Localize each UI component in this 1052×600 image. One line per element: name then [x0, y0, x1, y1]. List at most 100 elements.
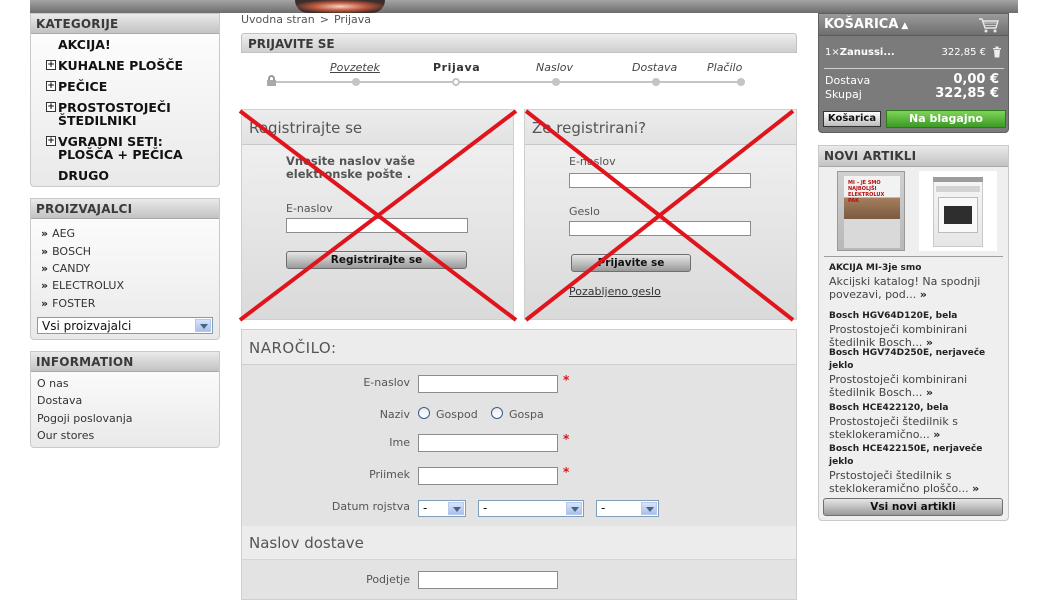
order-first-name-input[interactable]	[418, 434, 558, 452]
dropdown-arrow-icon[interactable]	[566, 502, 582, 515]
collapse-up-icon[interactable]: ▲	[901, 21, 908, 31]
cart-shipping-label: Dostava	[825, 74, 871, 87]
new-product-description-text: Prostostoječi štedilnik s steklokeramičn…	[829, 415, 958, 441]
new-product-item[interactable]: Bosch HCE422120, bela Prostostoječi štedi…	[829, 402, 1007, 441]
top-banner	[30, 0, 1018, 13]
login-button[interactable]: Prijavite se	[571, 254, 691, 272]
login-email-input[interactable]	[569, 173, 751, 188]
required-marker: *	[563, 465, 570, 479]
login-password-input[interactable]	[569, 221, 751, 236]
manufacturer-label: FOSTER	[52, 296, 96, 310]
register-button[interactable]: Registrirajte se	[286, 251, 467, 269]
manufacturer-label: ELECTROLUX	[52, 279, 124, 293]
checkout-button[interactable]: Na blagajno	[886, 110, 1006, 128]
cart-line-name[interactable]: Zanussi...	[840, 47, 895, 58]
information-link[interactable]: Our stores	[37, 427, 219, 444]
catalog-thumbnail-text: MI – JE SMO NAJBOLJŠI ELEKTROLUX PAK	[848, 180, 885, 204]
information-link[interactable]: Dostava	[37, 392, 219, 409]
more-arrow-icon[interactable]: »	[972, 482, 979, 495]
more-arrow-icon[interactable]: »	[926, 386, 933, 399]
manufacturer-item[interactable]: ›› AEG	[41, 225, 219, 242]
new-product-description-text: Akcijski katalog! Na spodnji povezavi, p…	[829, 275, 981, 301]
information-title: INFORMATION	[31, 352, 219, 372]
new-product-title[interactable]: Bosch HCE422120, bela	[829, 402, 1007, 415]
manufacturer-item[interactable]: ›› ELECTROLUX	[41, 277, 219, 294]
plus-icon[interactable]: +	[46, 102, 56, 112]
step-dot	[737, 78, 745, 86]
register-email-label: E-naslov	[286, 202, 333, 215]
dob-month-select[interactable]: -	[478, 500, 584, 517]
new-product-title[interactable]: Bosch HCE422150E, nerjaveče jeklo	[829, 443, 1007, 469]
new-products-title: NOVI ARTIKLI	[819, 146, 1008, 167]
step-dot	[652, 78, 660, 86]
step-placilo: Plačilo	[707, 61, 743, 74]
dob-day-value: -	[423, 501, 428, 515]
information-link[interactable]: Pogoji poslovanja	[37, 410, 219, 427]
radio-mrs-label[interactable]: Gospa	[509, 408, 544, 421]
new-product-description-text: Prstostoječi štedilnik s steklokeramično…	[829, 469, 969, 495]
cart-title: KOŠARICA	[824, 17, 899, 32]
forgot-password-link[interactable]: Pozabljeno geslo	[569, 285, 661, 298]
plus-icon[interactable]: +	[46, 136, 56, 146]
order-last-name-label: Priimek	[369, 468, 410, 481]
dob-day-select[interactable]: -	[418, 500, 466, 517]
cart-button[interactable]: Košarica	[823, 111, 881, 127]
manufacturer-item[interactable]: ›› CANDY	[41, 260, 219, 277]
category-item[interactable]: + PROSTOSTOJEČI ŠTEDILNIKI	[31, 101, 219, 127]
plus-icon[interactable]: +	[46, 60, 56, 70]
register-intro: Vnesite naslov vaše elektronske pošte .	[286, 154, 416, 181]
step-dot	[552, 78, 560, 86]
step-dostava: Dostava	[632, 61, 678, 74]
dob-year-value: -	[601, 501, 606, 515]
manufacturer-label: BOSCH	[52, 244, 92, 258]
category-item[interactable]: + VGRADNI SETI: PLOŠČA + PEČICA	[31, 135, 219, 161]
login-panel-title: Že registrirani?	[525, 110, 796, 145]
category-item[interactable]: AKCIJA!	[31, 38, 219, 51]
category-item[interactable]: DRUGO	[31, 169, 219, 182]
step-povzetek[interactable]: Povzetek	[330, 61, 380, 74]
stove-thumbnail[interactable]	[919, 171, 997, 251]
double-chevron-right-icon: ››	[41, 296, 48, 310]
catalog-thumbnail[interactable]: MI – JE SMO NAJBOLJŠI ELEKTROLUX PAK	[837, 171, 905, 251]
new-product-description-text: Prostostoječi kombinirani štedilnik Bosc…	[829, 373, 968, 399]
order-company-input[interactable]	[418, 571, 558, 589]
manufacturer-item[interactable]: ›› FOSTER	[41, 295, 219, 312]
new-product-title[interactable]: Bosch HGV64D120E, bela	[829, 310, 1007, 323]
radio-mrs[interactable]	[491, 407, 503, 419]
cart-divider	[824, 68, 1004, 69]
double-chevron-right-icon: ››	[41, 279, 48, 293]
dropdown-arrow-icon[interactable]	[195, 319, 211, 332]
dob-year-select[interactable]: -	[596, 500, 659, 517]
order-last-name-input[interactable]	[418, 467, 558, 485]
more-arrow-icon[interactable]: »	[933, 428, 940, 441]
all-new-products-button[interactable]: Vsi novi artikli	[823, 498, 1003, 516]
new-product-title[interactable]: Bosch HGV74D250E, nerjaveče jeklo	[829, 347, 1007, 373]
dropdown-arrow-icon[interactable]	[641, 502, 657, 515]
trash-icon[interactable]	[992, 46, 1002, 58]
plus-icon[interactable]: +	[46, 81, 56, 91]
category-label: VGRADNI SETI: PLOŠČA + PEČICA	[58, 134, 183, 162]
new-product-title[interactable]: AKCIJA MI-3je smo	[829, 262, 1007, 275]
new-product-item[interactable]: Bosch HCE422150E, nerjaveče jeklo Prstost…	[829, 443, 1007, 495]
manufacturer-select[interactable]: Vsi proizvajalci	[37, 317, 213, 334]
dropdown-arrow-icon[interactable]	[448, 502, 464, 515]
new-product-description: Prstostoječi štedilnik s steklokeramično…	[829, 469, 1007, 495]
new-product-item[interactable]: Bosch HGV74D250E, nerjaveče jeklo Prostos…	[829, 347, 1007, 399]
category-item[interactable]: + KUHALNE PLOŠČE	[31, 59, 219, 72]
cart-header[interactable]: KOŠARICA ▲	[819, 14, 1008, 36]
order-email-input[interactable]	[418, 375, 558, 393]
radio-mr-label[interactable]: Gospod	[436, 408, 478, 421]
cart-shipping-value: 0,00 €	[953, 72, 999, 87]
more-arrow-icon[interactable]: »	[920, 288, 927, 301]
register-email-input[interactable]	[286, 218, 468, 233]
manufacturer-label: AEG	[52, 227, 76, 241]
new-product-item[interactable]: AKCIJA MI-3je smo Akcijski katalog! Na sp…	[829, 262, 1007, 301]
new-product-item[interactable]: Bosch HGV64D120E, bela Prostostoječi komb…	[829, 310, 1007, 349]
information-link[interactable]: O nas	[37, 375, 219, 392]
category-item[interactable]: + PEČICE	[31, 80, 219, 93]
cart-total-value: 322,85 €	[935, 86, 999, 101]
manufacturer-item[interactable]: ›› BOSCH	[41, 242, 219, 259]
cart-line-qty: 1×	[825, 47, 840, 58]
breadcrumb-home-link[interactable]: Uvodna stran	[241, 13, 315, 26]
radio-mr[interactable]	[418, 407, 430, 419]
